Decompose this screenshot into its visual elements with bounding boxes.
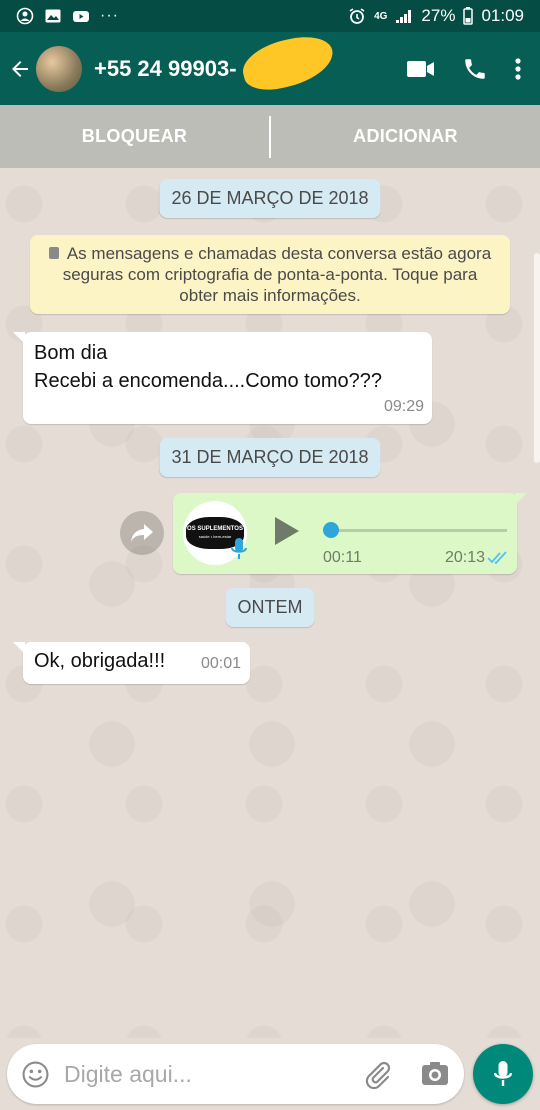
back-arrow-icon <box>12 60 28 77</box>
block-button[interactable]: BLOQUEAR <box>0 126 269 147</box>
incoming-message[interactable]: Bom dia Recebi a encomenda....Como tomo?… <box>13 332 432 424</box>
encryption-notice-text: As mensagens e chamadas desta conversa e… <box>62 244 492 305</box>
mic-icon <box>231 538 247 559</box>
message-time: 20:13 <box>444 549 485 566</box>
voice-record-button[interactable] <box>473 1044 533 1104</box>
message-input[interactable]: Digite aqui... <box>64 1061 192 1088</box>
status-bar: ··· 4G 27% 01:09 <box>0 0 540 32</box>
message-text: Ok, obrigada!!! <box>34 650 166 672</box>
unknown-contact-actions: BLOQUEAR ADICIONAR <box>0 105 540 168</box>
outgoing-voice-message[interactable]: OS SUPLEMENTOS saúde • bem-estar 00:11 2… <box>173 493 527 574</box>
message-time: 09:29 <box>383 398 424 415</box>
lock-icon <box>48 246 59 259</box>
message-text-line: Recebi a encomenda....Como tomo??? <box>34 370 382 392</box>
camera-icon[interactable] <box>421 1061 449 1087</box>
gallery-icon <box>45 9 61 23</box>
forward-button[interactable] <box>120 511 164 555</box>
phone-icon[interactable] <box>462 56 488 82</box>
encryption-notice[interactable]: As mensagens e chamadas desta conversa e… <box>30 235 510 314</box>
double-check-icon <box>487 551 507 565</box>
contact-title[interactable]: +55 24 99903- <box>94 29 339 96</box>
more-vert-icon[interactable] <box>514 57 522 81</box>
contact-name: +55 24 99903- <box>94 55 237 81</box>
bubble-tail <box>13 642 25 654</box>
attach-icon[interactable] <box>363 1060 393 1090</box>
clock: 01:09 <box>481 6 524 25</box>
alarm-icon <box>349 8 365 24</box>
voice-duration: 00:11 <box>323 549 362 566</box>
bubble-tail <box>13 332 25 344</box>
incoming-message[interactable]: Ok, obrigada!!! 00:01 <box>13 642 250 684</box>
mic-icon <box>494 1061 512 1086</box>
audio-seekbar[interactable] <box>327 529 507 532</box>
brand-logo-title: OS SUPLEMENTOS <box>187 526 243 532</box>
battery-percent: 27% <box>421 6 456 25</box>
youtube-icon <box>73 11 89 22</box>
bubble-tail <box>515 493 527 505</box>
emoji-icon[interactable] <box>22 1061 49 1088</box>
message-text-line: Bom dia <box>34 342 108 364</box>
account-icon <box>16 7 34 25</box>
date-divider: 26 DE MARÇO DE 2018 <box>159 179 381 218</box>
redaction-scribble <box>237 29 339 96</box>
play-icon[interactable] <box>273 515 301 547</box>
signal-icon <box>396 10 412 23</box>
message-list[interactable]: 26 DE MARÇO DE 2018 As mensagens e chama… <box>0 168 540 1038</box>
brand-logo-subtitle: saúde • bem-estar <box>198 534 232 539</box>
forward-icon <box>131 524 153 542</box>
add-contact-button[interactable]: ADICIONAR <box>271 126 540 147</box>
contact-avatar[interactable] <box>36 45 82 92</box>
notification-overflow: ··· <box>100 7 119 24</box>
date-divider: 31 DE MARÇO DE 2018 <box>159 438 381 477</box>
date-divider: ONTEM <box>225 588 315 627</box>
back-button[interactable] <box>0 32 40 105</box>
scrollbar[interactable] <box>534 253 540 463</box>
message-input-container[interactable]: Digite aqui... <box>7 1044 464 1104</box>
battery-icon <box>463 7 474 25</box>
network-type: 4G <box>374 10 388 22</box>
message-time: 00:01 <box>200 655 241 672</box>
composer: Digite aqui... <box>0 1038 540 1110</box>
video-call-icon[interactable] <box>406 58 436 80</box>
seek-handle[interactable] <box>323 522 339 538</box>
chat-header: +55 24 99903- <box>0 29 540 105</box>
